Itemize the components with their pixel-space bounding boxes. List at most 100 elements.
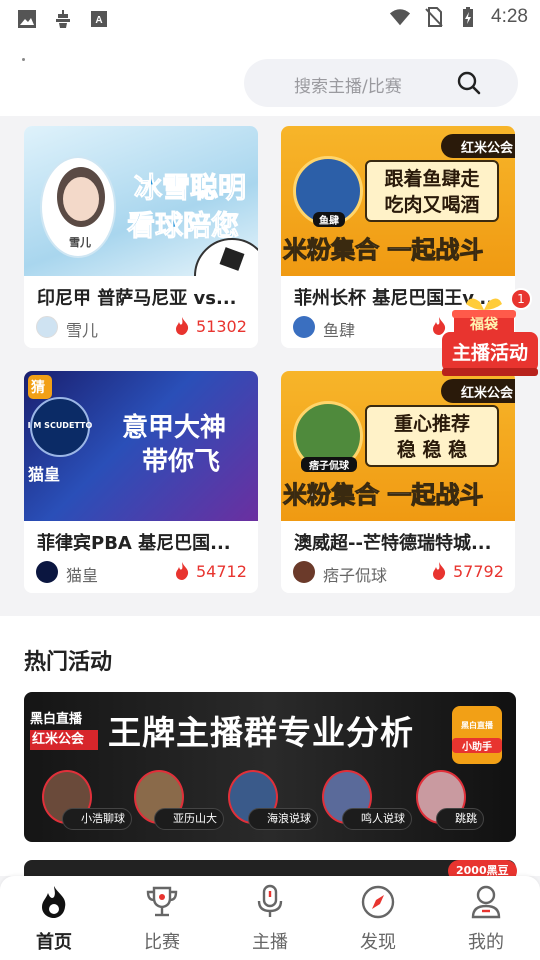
thumb-name-label: 雪儿 xyxy=(69,236,91,249)
fire-icon xyxy=(176,317,189,335)
wifi-icon xyxy=(389,9,411,26)
search-input[interactable]: 搜索主播/比赛 xyxy=(294,72,402,97)
svg-text:A: A xyxy=(95,15,102,26)
hot-activities-section: 热门活动 黑白直播 红米公会 王牌主播群专业分析 黑白直播 小助手 小浩聊球 亚… xyxy=(0,616,540,876)
thumb-slogan-line1: 冰雪聪明 xyxy=(133,171,246,205)
host-chip: 跳跳 xyxy=(416,770,506,830)
nav-label: 首页 xyxy=(36,932,72,953)
activity-label: 主播活动 xyxy=(451,342,528,364)
nav-label: 主播 xyxy=(252,932,288,953)
host-chip: 海浪说球 xyxy=(228,770,318,830)
team-logo-text: I M SCUDETTO xyxy=(27,421,93,430)
popularity-count: 51302 xyxy=(196,317,247,336)
host-name: 海浪说球 xyxy=(248,808,318,830)
brand-line2: 红米公会 xyxy=(30,730,98,750)
streamer-name: 猫皇 xyxy=(66,566,99,585)
nav-label: 我的 xyxy=(468,932,504,953)
thumb-name-label: 痞子侃球 xyxy=(301,457,357,472)
live-thumbnail[interactable]: 红米公会 痞子侃球 重心推荐 稳 稳 稳 米粉集合 一起战斗 xyxy=(281,371,515,521)
match-title: 澳威超--芒特德瑞特城... xyxy=(294,533,492,554)
host-chip: 小浩聊球 xyxy=(42,770,132,830)
activity-top-text: 福袋 xyxy=(470,317,498,333)
guild-badge-label: 红米公会 xyxy=(461,141,514,156)
status-right-icons: 4:28 xyxy=(389,6,528,28)
popularity-count: 54712 xyxy=(196,562,247,581)
host-name: 跳跳 xyxy=(436,808,484,830)
streamer-avatar xyxy=(293,561,315,583)
streamer-name: 鱼肆 xyxy=(323,321,356,340)
guild-badge-label: 红米公会 xyxy=(461,386,514,401)
live-thumbnail[interactable]: 红米公会 鱼肆 跟着鱼肆走 吃肉又喝酒 米粉集合 一起战斗 xyxy=(281,126,515,276)
compass-icon xyxy=(361,885,395,919)
streamer-avatar xyxy=(36,561,58,583)
guess-badge-label: 猜 xyxy=(31,380,45,396)
logo-dot xyxy=(22,58,25,61)
fire-icon xyxy=(176,562,189,580)
search-icon[interactable] xyxy=(456,70,482,96)
thumb-name-label: 鱼肆 xyxy=(313,212,345,227)
host-name: 亚历山大 xyxy=(154,808,224,830)
host-chip: 鸣人说球 xyxy=(322,770,412,830)
host-chip: 亚历山大 xyxy=(134,770,224,830)
nav-item-streamers[interactable]: 主播 xyxy=(230,884,310,956)
thumb-bottom-slogan: 米粉集合 一起战斗 xyxy=(283,481,484,510)
brand-line1: 黑白直播 xyxy=(30,712,83,727)
nav-item-profile[interactable]: 我的 xyxy=(446,884,526,956)
text-notification-icon: A xyxy=(91,11,107,27)
search-bar[interactable]: 搜索主播/比赛 xyxy=(244,59,518,107)
gallery-notification-icon xyxy=(18,10,36,28)
status-bar: A 4:28 xyxy=(0,0,540,40)
host-name: 小浩聊球 xyxy=(62,808,132,830)
live-card[interactable]: 雪儿 冰雪聪明 看球陪您 印尼甲 普萨马尼亚 vs... 雪儿 51302 xyxy=(24,126,258,348)
banner-headline: 王牌主播群专业分析 xyxy=(108,713,414,752)
thumb-slogan-line2: 稳 稳 稳 xyxy=(396,439,468,461)
thumb-slogan-line1: 跟着鱼肆走 xyxy=(384,168,480,190)
nav-item-matches[interactable]: 比赛 xyxy=(122,884,202,956)
host-name: 鸣人说球 xyxy=(342,808,412,830)
assistant-line2: 小助手 xyxy=(452,738,502,753)
live-thumbnail[interactable]: 雪儿 冰雪聪明 看球陪您 xyxy=(24,126,258,276)
streamer-avatar xyxy=(293,316,315,338)
microphone-icon xyxy=(257,884,283,917)
thumb-slogan-line2: 吃肉又喝酒 xyxy=(384,194,480,216)
section-title: 热门活动 xyxy=(24,650,113,675)
popularity-count: 57792 xyxy=(453,562,504,581)
guild-badge: 红米公会 xyxy=(441,379,515,403)
thumb-slogan-line1: 意甲大神 xyxy=(122,413,227,443)
guess-badge: 猜 xyxy=(28,375,52,399)
thumb-name-label: 猫皇 xyxy=(28,465,61,484)
guild-badge: 红米公会 xyxy=(441,134,515,158)
profile-icon xyxy=(471,885,501,919)
match-title: 印尼甲 普萨马尼亚 vs... xyxy=(37,288,237,309)
flame-icon xyxy=(42,886,66,918)
thumb-bottom-slogan: 米粉集合 一起战斗 xyxy=(283,236,484,265)
streamer-avatar xyxy=(36,316,58,338)
status-left-icons: A xyxy=(16,8,110,30)
bug-notification-icon xyxy=(56,10,70,28)
live-thumbnail[interactable]: 猜 I M SCUDETTO 猫皇 意甲大神 带你飞 xyxy=(24,371,258,521)
nav-label: 发现 xyxy=(360,932,396,953)
top-header: 搜索主播/比赛 xyxy=(0,40,540,116)
banner-brand: 黑白直播 红米公会 xyxy=(30,710,98,750)
streamer-name: 痞子侃球 xyxy=(323,566,388,585)
nav-item-discover[interactable]: 发现 xyxy=(338,884,418,956)
live-card[interactable]: 猜 I M SCUDETTO 猫皇 意甲大神 带你飞 菲律宾PBA 基尼巴国..… xyxy=(24,371,258,593)
nav-label: 比赛 xyxy=(144,932,180,953)
activity-banner[interactable]: 黑白直播 红米公会 王牌主播群专业分析 黑白直播 小助手 小浩聊球 亚历山大 海… xyxy=(24,692,516,842)
activity-count-badge: 1 xyxy=(510,288,532,310)
assistant-badge: 黑白直播 小助手 xyxy=(452,706,502,764)
fire-icon xyxy=(433,562,446,580)
thumb-slogan-line2: 带你飞 xyxy=(142,447,221,477)
thumb-slogan-line1: 重心推荐 xyxy=(393,413,470,435)
bottom-nav: 首页 比赛 主播 发现 我的 xyxy=(0,876,540,960)
nav-item-home[interactable]: 首页 xyxy=(14,884,94,956)
clock: 4:28 xyxy=(491,6,528,27)
live-card[interactable]: 红米公会 痞子侃球 重心推荐 稳 稳 稳 米粉集合 一起战斗 澳威超--芒特德瑞… xyxy=(281,371,515,593)
battery-charging-icon xyxy=(463,7,474,27)
no-sim-icon xyxy=(425,7,443,27)
trophy-icon xyxy=(146,886,178,917)
match-title: 菲律宾PBA 基尼巴国... xyxy=(37,533,231,554)
assistant-line1: 黑白直播 xyxy=(461,721,493,730)
streamer-activity-float-button[interactable]: 福袋 主播活动 1 xyxy=(440,288,540,382)
streamer-name: 雪儿 xyxy=(66,321,99,340)
